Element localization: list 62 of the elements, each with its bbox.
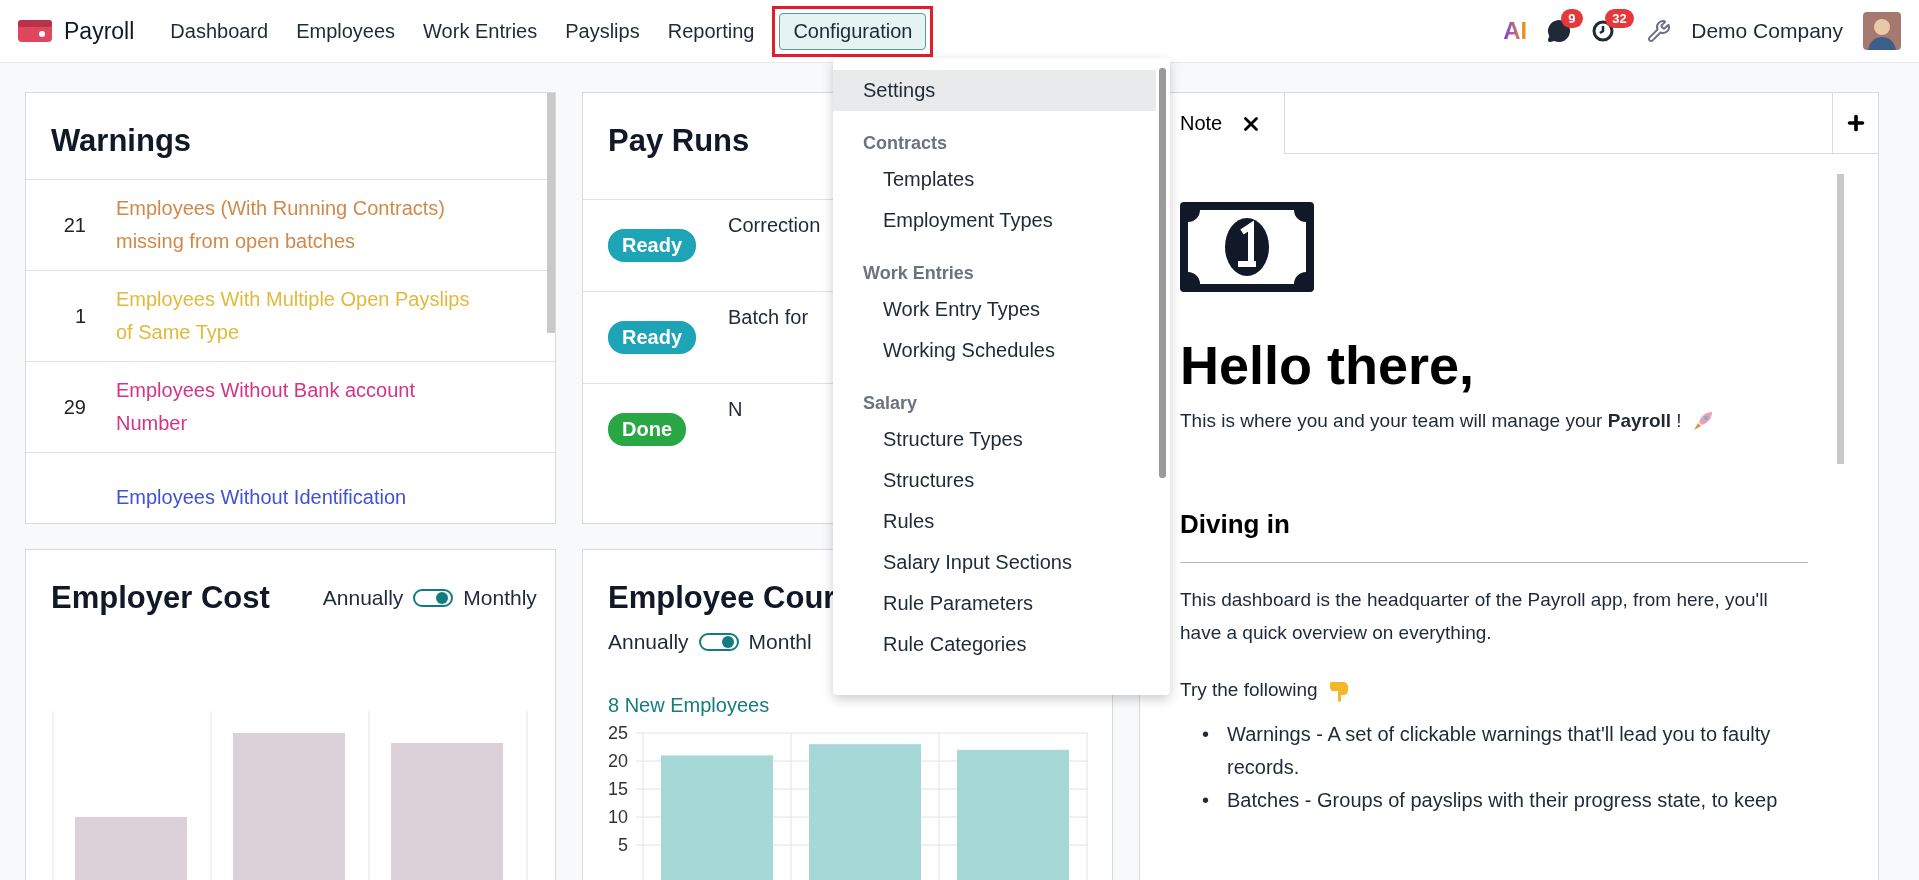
menu-item[interactable]: Work Entry Types	[833, 289, 1156, 330]
scrollbar[interactable]	[547, 93, 555, 333]
bullet: •	[1202, 788, 1209, 813]
menu-item[interactable]: Templates	[833, 159, 1156, 200]
warning-count: 1	[73, 304, 87, 328]
intro-text: This is where you and your team will manage your Payroll !	[1180, 409, 1682, 433]
menu-item[interactable]: Rules	[833, 501, 1156, 542]
app-name[interactable]: Payroll	[64, 17, 135, 45]
toggle-label: Monthly	[463, 586, 537, 610]
nav-menu-item[interactable]: Reporting	[653, 12, 769, 50]
menu-item[interactable]: Structures	[833, 460, 1156, 501]
warning-link[interactable]: Employees Without Identification	[116, 480, 478, 514]
menu-item[interactable]: Rule Categories	[833, 624, 1156, 665]
list-item: Batches - Groups of payslips with their progress state, to keep	[1227, 788, 1778, 813]
banknote-icon	[1180, 202, 1314, 292]
menu-section-header: Work Entries	[862, 262, 975, 285]
menu-item[interactable]: Working Schedules	[833, 330, 1156, 371]
axis-tick-label: 15	[607, 779, 628, 799]
status-badge: Ready	[608, 321, 697, 354]
warning-count: 29	[62, 395, 87, 419]
count-badge: 32	[1605, 9, 1634, 28]
card-title: Pay Runs	[607, 122, 751, 160]
warning-count: 21	[62, 213, 87, 237]
menu-item[interactable]: Settings	[833, 70, 1156, 111]
add-tab-button[interactable]	[1832, 93, 1878, 154]
period-toggle[interactable]	[413, 589, 454, 607]
company-name[interactable]: Demo Company	[1691, 19, 1843, 43]
card-title: Employer Cost	[50, 579, 271, 616]
description-text: This dashboard is the headquarter of the Payroll app, from here, you'll have a quick overview on everything.	[1180, 588, 1769, 645]
card-title: Warnings	[50, 122, 193, 160]
note-heading: Hello there,	[1180, 334, 1476, 396]
axis-tick-label: 10	[607, 807, 628, 827]
wallet-icon	[18, 18, 52, 44]
menu-item[interactable]: Structure Types	[833, 419, 1156, 460]
avatar[interactable]	[1863, 12, 1901, 50]
toggle-label: Annually	[322, 586, 404, 610]
menu-section-header: Contracts	[862, 132, 948, 155]
nav-menu-item[interactable]: Work Entries	[409, 12, 552, 50]
scrollbar[interactable]	[1159, 68, 1166, 478]
axis-tick-label: 5	[618, 835, 628, 855]
list-item: Warnings - A set of clickable warnings that'll lead you to faulty records.	[1227, 722, 1772, 780]
status-badge: Done	[608, 413, 686, 446]
scrollbar[interactable]	[1837, 174, 1844, 464]
nav-menu-item[interactable]: Configuration	[779, 12, 927, 50]
menu-item[interactable]: Employment Types	[833, 200, 1156, 241]
nav-menu-item[interactable]: Dashboard	[156, 12, 283, 50]
warning-link[interactable]: Employees Without Bank account Number	[116, 374, 478, 440]
rocket-icon	[1691, 409, 1714, 432]
toggle-label: Monthl	[748, 630, 812, 654]
axis-tick-label: 25	[607, 725, 628, 743]
tools-icon[interactable]	[1647, 19, 1672, 43]
try-text: Try the following	[1180, 678, 1318, 702]
menu-section-header: Salary	[862, 392, 919, 415]
axis-tick-label: 20	[607, 751, 628, 771]
toggle-label: Annually	[608, 630, 689, 654]
period-toggle[interactable]	[698, 633, 739, 651]
count-badge: 9	[1561, 9, 1583, 28]
status-badge: Ready	[608, 229, 697, 262]
nav-menu-item[interactable]: Employees	[282, 12, 410, 50]
nav-menu-item[interactable]: Payslips	[551, 12, 654, 50]
bullet: •	[1202, 722, 1209, 747]
section-heading: Diving in	[1180, 509, 1808, 563]
